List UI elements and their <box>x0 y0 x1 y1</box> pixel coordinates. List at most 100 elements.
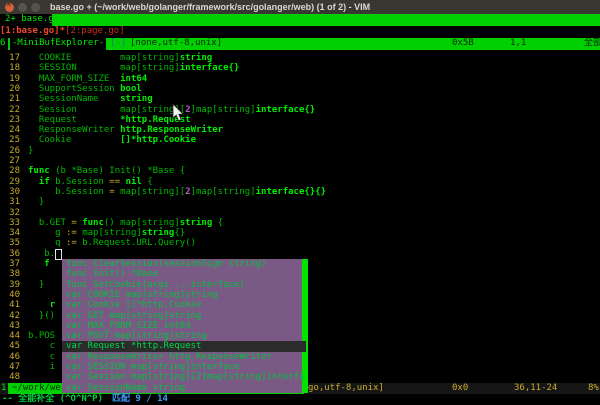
code-line-28[interactable]: 28 func (b *Base) Init() *Base { <box>0 166 600 176</box>
line-number: 37 <box>0 259 20 269</box>
line-number: 19 <box>0 74 20 84</box>
completion-item[interactable]: var SESSION map[string]interface <box>62 362 306 372</box>
statusline-scrollpos: 8% <box>588 383 599 393</box>
completion-item[interactable]: func Init() *Base <box>62 269 306 279</box>
code-text: c <box>28 341 55 351</box>
line-number: 31 <box>0 197 20 207</box>
code-line-33[interactable]: 33 b.GET = func() map[string]string { <box>0 218 600 228</box>
line-number: 43 <box>0 321 20 331</box>
line-number: 30 <box>0 187 20 197</box>
code-line-31[interactable]: 31 } <box>0 197 600 207</box>
cmdline-match-count: 匹配 9 / 14 <box>112 394 168 404</box>
line-number: 18 <box>0 63 20 73</box>
tabline: 2+ base.go <box>0 14 600 26</box>
code-text: MAX_FORM_SIZE int64 <box>28 74 147 84</box>
statusline-num: 1 <box>1 383 6 393</box>
code-text: b.Session = map[string][2]map[string]int… <box>28 187 326 197</box>
code-line-26[interactable]: 26} <box>0 146 600 156</box>
code-text: r <box>28 300 55 310</box>
mouse-cursor <box>172 104 186 124</box>
code-text: SupportSession bool <box>28 84 142 94</box>
code-line-29[interactable]: 29 if b.Session == nil { <box>0 177 600 187</box>
completion-item[interactable]: var POST map[string]string <box>62 331 306 341</box>
code-text: SessionName string <box>28 94 153 104</box>
line-number: 35 <box>0 238 20 248</box>
code-line-23[interactable]: 23 Request *http.Request <box>0 115 600 125</box>
code-text: b.GET = func() map[string]string { <box>28 218 223 228</box>
line-number: 46 <box>0 352 20 362</box>
window-titlebar[interactable]: base.go + (~/work/web/golanger/framework… <box>0 0 600 14</box>
completion-item[interactable]: var MAX_FORM_SIZE int64 <box>62 321 306 331</box>
completion-item[interactable]: var Session map[string][2]map[string]int… <box>62 372 306 382</box>
code-text: b. <box>28 249 55 259</box>
code-text: SESSION map[string]interface{} <box>28 63 239 73</box>
insert-cursor <box>55 249 62 260</box>
code-line-19[interactable]: 19 MAX_FORM_SIZE int64 <box>0 74 600 84</box>
code-line-32[interactable]: 32 <box>0 208 600 218</box>
window-title: base.go + (~/work/web/golanger/framework… <box>50 2 370 12</box>
mbe-status-scrollpos: 全部 <box>584 38 600 48</box>
code-text: g := map[string]string{} <box>28 228 185 238</box>
command-line: -- 全能补全 (^O^N^P) 匹配 9 / 14 <box>0 394 600 405</box>
line-number: 38 <box>0 269 20 279</box>
code-line-18[interactable]: 18 SESSION map[string]interface{} <box>0 63 600 73</box>
close-icon[interactable] <box>5 3 14 12</box>
line-number: 26 <box>0 146 20 156</box>
code-line-30[interactable]: 30 b.Session = map[string][2]map[string]… <box>0 187 600 197</box>
buffer-tab-base-go[interactable]: [1:base.go]* <box>0 26 65 36</box>
line-number: 17 <box>0 53 20 63</box>
code-line-22[interactable]: 22 Session map[string][2]map[string]inte… <box>0 105 600 115</box>
tabline-fill <box>52 14 600 26</box>
buffer-tab-page-go[interactable]: [2:page.go] <box>65 26 125 36</box>
completion-item[interactable]: var SessionName string <box>62 383 306 393</box>
minibufexplorer-buffer-list: [1:base.go]*[2:page.go] <box>0 26 600 37</box>
statusline-hexvalue: 0x0 <box>452 383 468 393</box>
line-number: 42 <box>0 311 20 321</box>
line-number: 36 <box>0 249 20 259</box>
completion-item[interactable]: var Cookie []*http.Cookie <box>62 300 306 310</box>
line-number: 23 <box>0 115 20 125</box>
line-number: 48 <box>0 372 20 382</box>
mbe-status-cursorpos: 1,1 <box>510 38 526 48</box>
mbe-status-flags: [-] <box>110 38 126 48</box>
code-text: ResponseWriter http.ResponseWriter <box>28 125 223 135</box>
line-number: 25 <box>0 135 20 145</box>
completion-item[interactable]: var ResponseWriter http.ResponseWriter <box>62 352 306 362</box>
line-number: 21 <box>0 94 20 104</box>
code-line-27[interactable]: 27 <box>0 156 600 166</box>
code-text: i <box>28 362 55 372</box>
code-text: f <box>28 259 50 269</box>
line-number: 29 <box>0 177 20 187</box>
line-number: 27 <box>0 156 20 166</box>
code-text: func (b *Base) Init() *Base { <box>28 166 185 176</box>
code-line-34[interactable]: 34 g := map[string]string{} <box>0 228 600 238</box>
completion-item[interactable]: var COOKIE map[string]string <box>62 290 306 300</box>
code-text: COOKIE map[string]string <box>28 53 212 63</box>
mbe-status-num: 6 <box>0 38 8 50</box>
minibufexplorer-statusline: 6 -MiniBufExplorer- [-] [none,utf-8,unix… <box>0 38 600 50</box>
code-line-35[interactable]: 35 q := b.Request.URL.Query() <box>0 238 600 248</box>
completion-item[interactable]: func SetCookie(args ...interface) <box>62 280 306 290</box>
code-text: } <box>28 280 44 290</box>
completion-item-selected[interactable]: var Request *http.Request <box>62 341 306 351</box>
code-line-24[interactable]: 24 ResponseWriter http.ResponseWriter <box>0 125 600 135</box>
mbe-status-hexvalue: 0x5B <box>452 38 474 48</box>
code-line-20[interactable]: 20 SupportSession bool <box>0 84 600 94</box>
line-number: 28 <box>0 166 20 176</box>
line-number: 39 <box>0 280 20 290</box>
code-line-36[interactable]: 36 b. <box>0 249 600 259</box>
code-line-17[interactable]: 17 COOKIE map[string]string <box>0 53 600 63</box>
code-line-21[interactable]: 21 SessionName string <box>0 94 600 104</box>
mbe-status-fileinfo: [none,utf-8,unix] <box>130 38 222 48</box>
completion-popup: func ClearSession(sessionSign string)fun… <box>62 259 308 393</box>
line-number: 32 <box>0 208 20 218</box>
minimize-icon[interactable] <box>18 3 27 12</box>
line-number: 40 <box>0 290 20 300</box>
code-line-25[interactable]: 25 Cookie []*http.Cookie <box>0 135 600 145</box>
completion-item[interactable]: func ClearSession(sessionSign string) <box>62 259 306 269</box>
completion-item[interactable]: var GET map[string]string <box>62 311 306 321</box>
maximize-icon[interactable] <box>31 3 40 12</box>
code-text: c <box>28 352 55 362</box>
code-text: Request *http.Request <box>28 115 191 125</box>
code-text: } <box>28 197 44 207</box>
